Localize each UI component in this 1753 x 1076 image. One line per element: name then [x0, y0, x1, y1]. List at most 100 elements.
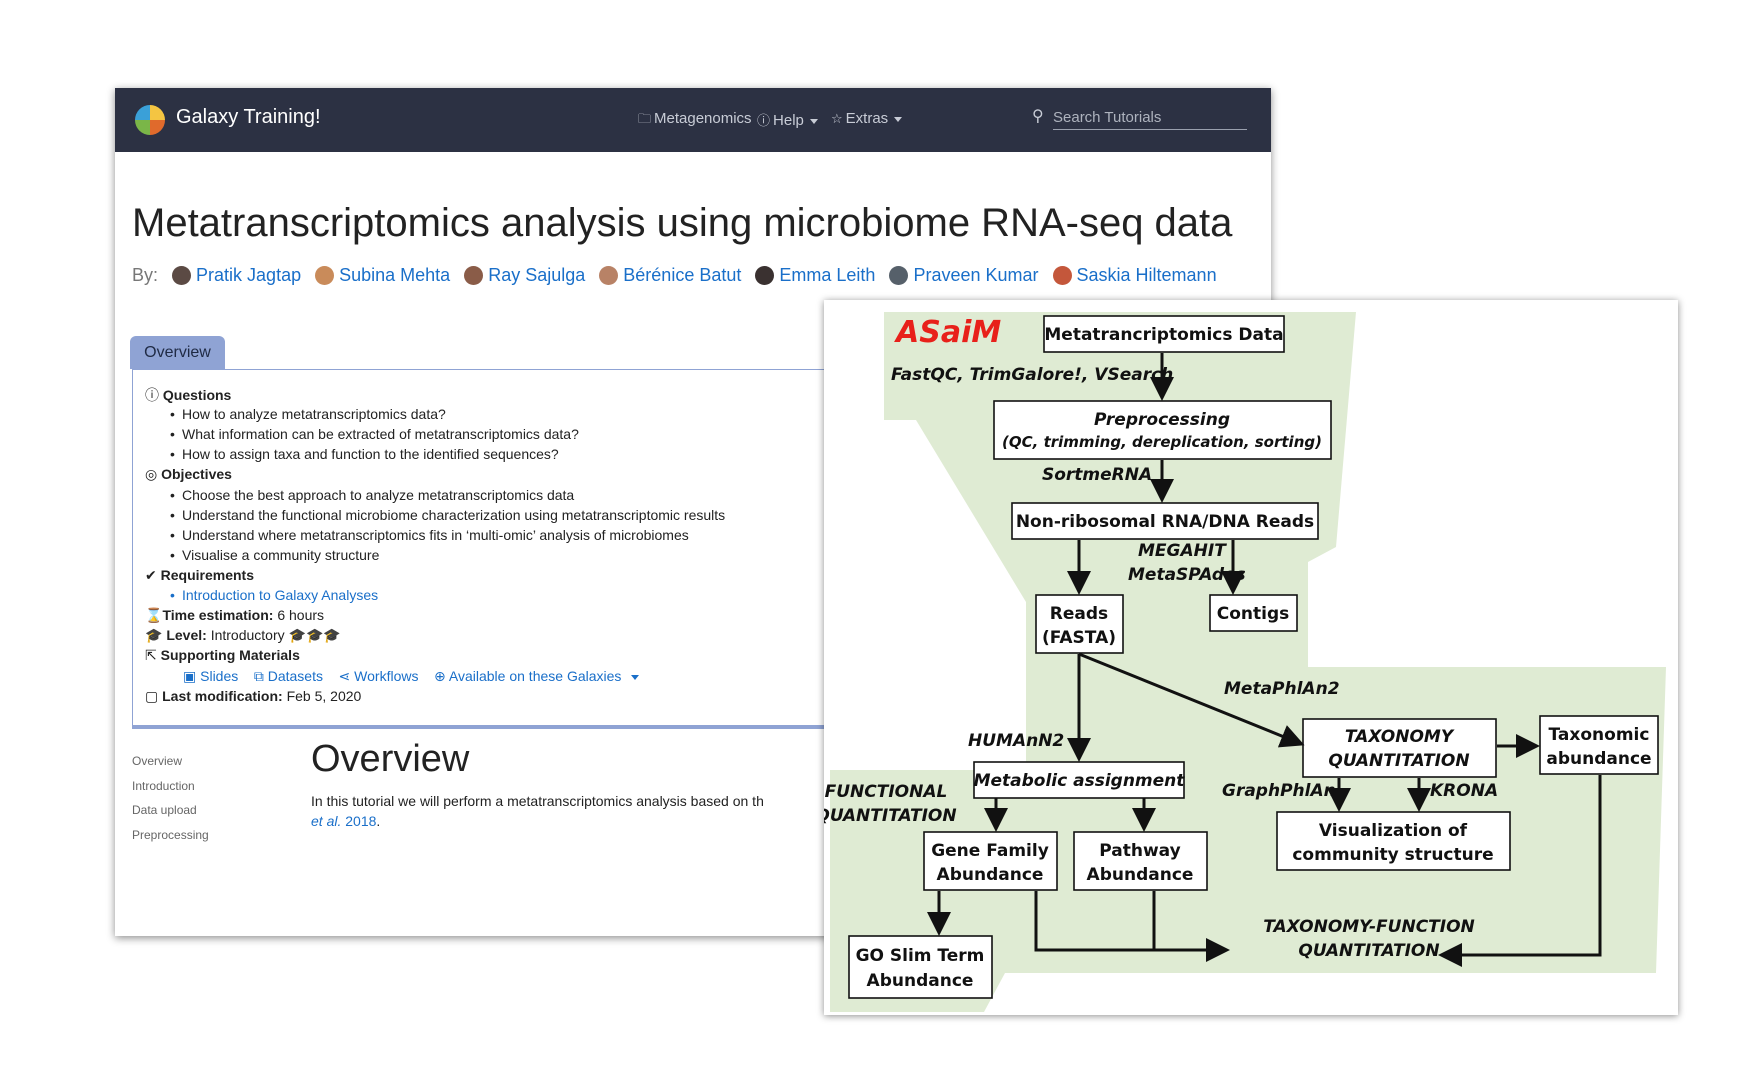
star-icon: ☆	[831, 111, 843, 126]
external-link-icon: ⇱	[145, 647, 157, 663]
brand-title[interactable]: Galaxy Training!	[176, 106, 321, 129]
workflow-svg: ASaiM Metatrancriptomics Data Preprocess…	[824, 312, 1666, 1012]
nav-help[interactable]: ⓘ Help	[757, 110, 818, 129]
author-link[interactable]: Emma Leith	[755, 265, 875, 285]
toc-item[interactable]: Preprocessing	[132, 823, 209, 848]
galaxy-logo-icon[interactable]	[135, 105, 165, 135]
avatar	[464, 266, 484, 285]
box-label: (QC, trimming, dereplication, sorting)	[1002, 433, 1322, 451]
requirements-heading: ✔ Requirements	[145, 567, 254, 583]
page-title: Metatranscriptomics analysis using micro…	[132, 201, 1233, 245]
table-of-contents: Overview Introduction Data upload Prepro…	[132, 749, 209, 847]
tool-label: HUMAnN2	[968, 731, 1064, 751]
box-label: Pathway	[1099, 841, 1180, 861]
author-link[interactable]: Saskia Hiltemann	[1052, 265, 1217, 285]
diagram-title: ASaiM	[894, 315, 1001, 350]
chevron-down-icon	[894, 116, 903, 122]
nav-extras[interactable]: ☆ Extras	[831, 110, 903, 127]
level: 🎓 Level: Introductory 🎓🎓🎓	[145, 627, 341, 643]
author-link[interactable]: Pratik Jagtap	[172, 265, 301, 285]
author-link[interactable]: Praveen Kumar	[889, 265, 1039, 285]
copy-icon: ⧉	[253, 668, 264, 684]
box-label: Metabolic assignment	[974, 771, 1186, 791]
toc-item[interactable]: Data upload	[132, 798, 209, 823]
tab-overview[interactable]: Overview	[130, 336, 225, 369]
tool-label: FastQC, TrimGalore!, VSearch	[891, 365, 1173, 385]
navbar: Galaxy Training! 🗀 Metagenomics ⓘ Help ☆ Ex…	[115, 88, 1271, 152]
slides-link[interactable]: ▣ Slides	[183, 668, 238, 684]
question-icon: ⓘ	[145, 387, 159, 403]
section-label: QUANTITATION	[824, 806, 957, 826]
avatar	[599, 266, 619, 285]
materials-links: ▣ Slides ⧉ Datasets ⋖ Workflows ⊕ Availa…	[183, 668, 640, 685]
section-heading: Overview	[311, 738, 470, 780]
avatar	[1052, 266, 1072, 285]
avatar	[172, 266, 192, 285]
avatar	[889, 266, 909, 285]
overview-box: ⓘ Questions How to analyze metatranscrip…	[132, 369, 834, 729]
box-label: (FASTA)	[1042, 628, 1116, 648]
tool-label: MetaPhlAn2	[1224, 679, 1340, 699]
section-label: FUNCTIONAL	[825, 782, 948, 802]
box-label: Non-ribosomal RNA/DNA Reads	[1016, 512, 1314, 532]
box-label: Metatrancriptomics Data	[1044, 325, 1283, 345]
folder-icon: 🗀	[638, 111, 652, 126]
questions-heading: ⓘ Questions	[145, 387, 232, 403]
tool-label: SortmeRNA	[1042, 465, 1152, 485]
hourglass-icon: ⌛	[145, 607, 163, 623]
tool-label: MEGAHIT	[1138, 541, 1227, 561]
last-modification: ▢ Last modification: Feb 5, 2020	[145, 688, 362, 704]
check-circle-icon: ✔	[145, 567, 157, 583]
box-label: community structure	[1292, 845, 1493, 865]
author-link[interactable]: Bérénice Batut	[599, 265, 741, 285]
toc-item[interactable]: Overview	[132, 749, 209, 774]
box-label: Abundance	[1087, 865, 1194, 885]
toc-item[interactable]: Introduction	[132, 774, 209, 799]
help-icon: ⓘ	[757, 113, 771, 128]
time-estimation: ⌛Time estimation: 6 hours	[145, 607, 325, 623]
avatar	[755, 266, 775, 285]
tool-label: KRONA	[1430, 781, 1498, 801]
share-icon: ⋖	[338, 668, 351, 684]
objectives-heading: ◎ Objectives	[145, 466, 232, 482]
box-label: Abundance	[867, 971, 974, 991]
box-label: Abundance	[937, 865, 1044, 885]
section-paragraph: In this tutorial we will perform a metat…	[311, 793, 764, 829]
box-label: abundance	[1546, 749, 1651, 769]
search-icon[interactable]: ⚲	[1032, 106, 1050, 125]
section-label: QUANTITATION	[1298, 941, 1439, 961]
author-link[interactable]: Subina Mehta	[315, 265, 450, 285]
asaim-workflow-diagram: ASaiM Metatrancriptomics Data Preprocess…	[824, 300, 1678, 1015]
nav-metagenomics[interactable]: 🗀 Metagenomics	[638, 110, 752, 132]
search-input[interactable]	[1053, 105, 1247, 130]
workflows-link[interactable]: ⋖ Workflows	[339, 668, 419, 684]
level-filled-icon: 🎓	[288, 627, 306, 643]
avatar	[315, 266, 335, 285]
list-item: What information can be extracted of met…	[170, 426, 579, 442]
list-item: Understand where metatranscriptomics fit…	[170, 527, 689, 543]
box-label: Reads	[1050, 604, 1108, 624]
list-item: Choose the best approach to analyze meta…	[170, 487, 574, 503]
list-item: How to assign taxa and function to the i…	[170, 446, 559, 462]
tool-label: GraphPhlAn	[1222, 781, 1336, 801]
list-item: Understand the functional microbiome cha…	[170, 507, 725, 523]
datasets-link[interactable]: ⧉ Datasets	[254, 668, 323, 684]
tool-label: MetaSPAdes	[1128, 565, 1246, 585]
section-label: TAXONOMY-FUNCTION	[1263, 917, 1475, 937]
calendar-icon: ▢	[145, 688, 159, 704]
box-label: Preprocessing	[1094, 410, 1230, 430]
box-label: Visualization of	[1319, 821, 1468, 841]
requirement-link[interactable]: Introduction to Galaxy Analyses	[170, 587, 378, 603]
box-label: TAXONOMY	[1345, 727, 1455, 747]
box-label: Gene Family	[931, 841, 1049, 861]
box-label: GO Slim Term	[856, 946, 985, 966]
globe-icon: ⊕	[434, 668, 446, 684]
author-link[interactable]: Ray Sajulga	[464, 265, 585, 285]
galaxies-dropdown[interactable]: ⊕ Available on these Galaxies	[434, 668, 640, 684]
box-label: Contigs	[1217, 604, 1290, 624]
materials-heading: ⇱ Supporting Materials	[145, 647, 300, 663]
citation-link[interactable]: et al. 2018	[311, 813, 376, 829]
slides-icon: ▣	[183, 668, 197, 684]
level-empty-icon: 🎓	[305, 627, 324, 643]
graduation-cap-icon: 🎓	[145, 627, 163, 643]
